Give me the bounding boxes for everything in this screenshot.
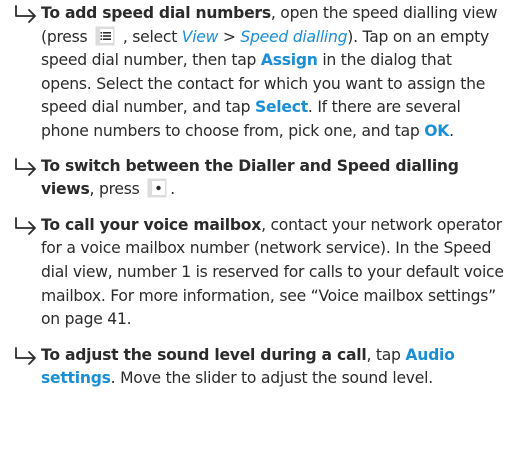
- instruction-adjust-sound: To adjust the sound level during a call,…: [0, 344, 518, 391]
- hook-arrow-right-icon: [13, 346, 39, 366]
- swap-view-key-icon: [147, 178, 167, 198]
- hook-arrow-right-icon: [13, 216, 39, 236]
- instruction-lead: To add speed dial numbers: [41, 4, 271, 22]
- ok-label: OK: [424, 121, 450, 140]
- instruction-lead: To call your voice mailbox: [41, 215, 262, 234]
- instruction-switch-views: To switch between the Dialler and Speed …: [0, 155, 518, 202]
- manual-page: To add speed dial numbers, open the spee…: [0, 0, 518, 463]
- hook-arrow-right-icon: [13, 157, 39, 177]
- menu-key-icon: [95, 26, 115, 46]
- menu-path-view: View: [181, 27, 219, 46]
- select-label: Select: [254, 98, 308, 117]
- instruction-lead: To adjust the sound level during a call: [41, 345, 367, 364]
- instruction-text: .: [170, 180, 175, 199]
- menu-path-speed-dialling: Speed dialling: [240, 27, 348, 46]
- instruction-voice-mailbox: To call your voice mailbox, contact your…: [0, 214, 518, 332]
- instruction-text: , tap: [366, 345, 406, 364]
- instruction-text: , press: [89, 180, 145, 199]
- menu-path-separator: >: [218, 27, 241, 46]
- instruction-text: . Move the slider to adjust the sound le…: [110, 369, 433, 388]
- assign-label: Assign: [260, 51, 318, 70]
- hook-arrow-right-icon: [13, 4, 39, 24]
- instruction-add-speed-dial: To add speed dial numbers, open the spee…: [0, 2, 518, 144]
- instruction-text: , select: [118, 27, 182, 46]
- instruction-text: .: [449, 121, 454, 140]
